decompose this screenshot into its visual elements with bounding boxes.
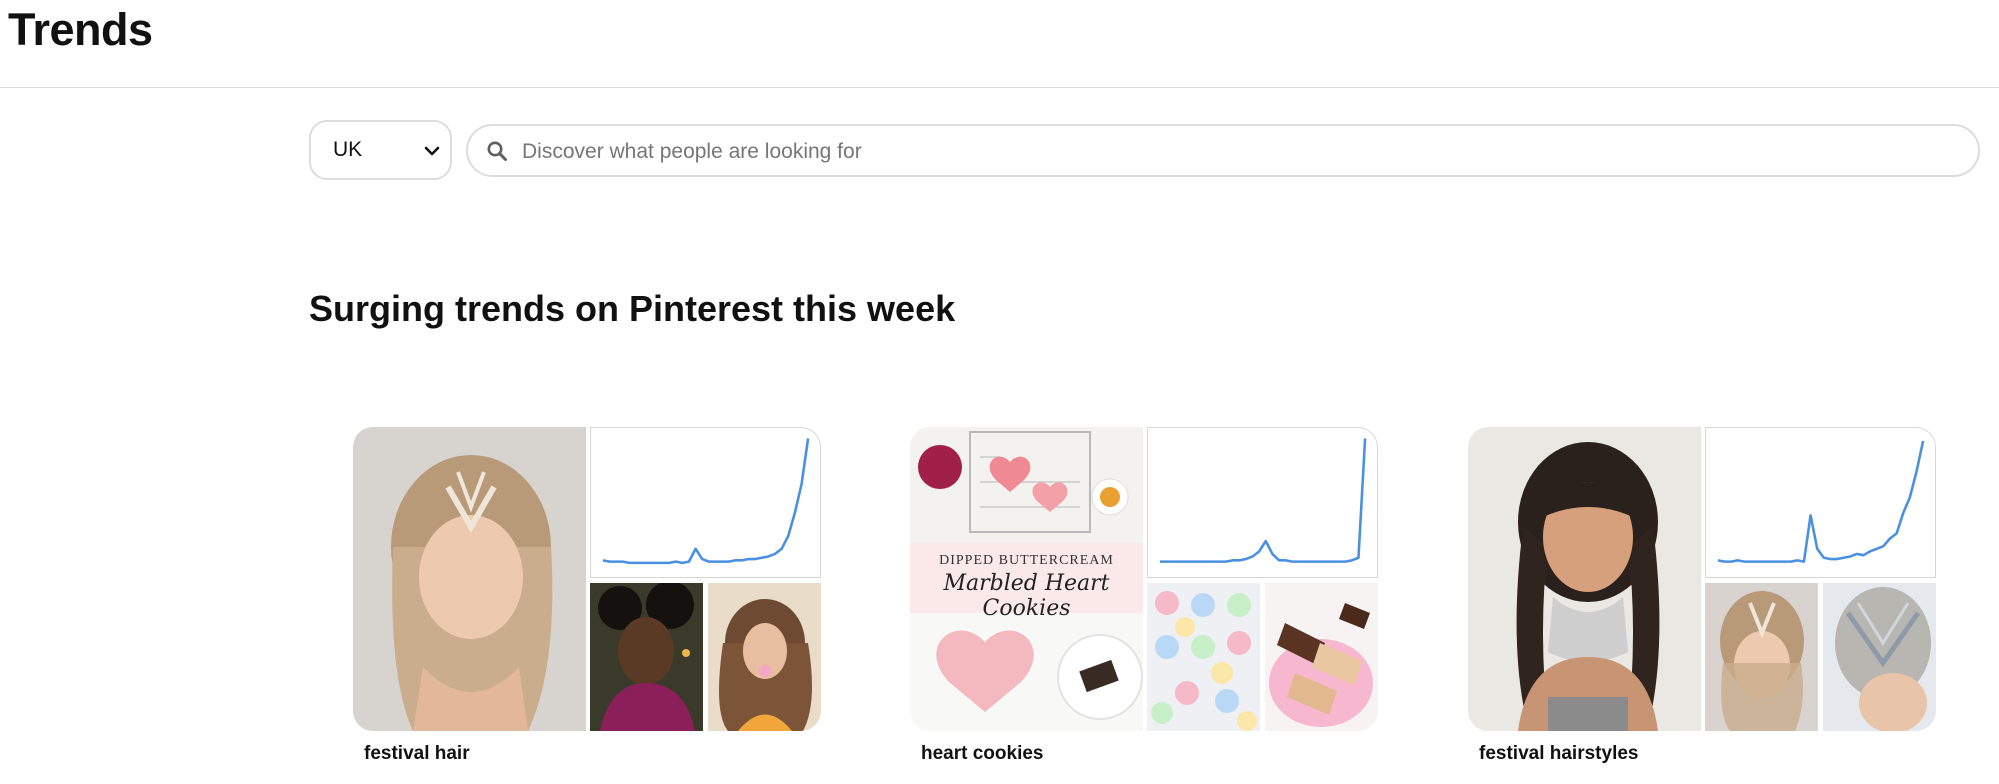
trend-label: festival hairstyles — [1479, 743, 1639, 764]
search-icon — [485, 139, 509, 163]
page-header: Trends — [0, 0, 1999, 88]
trend-image — [1265, 583, 1378, 731]
trend-label: festival hair — [364, 743, 470, 764]
cookie-caption-line2: Marbled Heart Cookies — [943, 571, 1110, 621]
trend-image — [353, 427, 586, 731]
trend-card[interactable]: festival hairstyles — [1468, 427, 1936, 784]
cookie-caption-line1: DIPPED BUTTERCREAM — [939, 553, 1114, 568]
country-select[interactable]: UK — [309, 120, 452, 180]
search-box[interactable] — [466, 124, 1980, 177]
trend-collage — [353, 427, 821, 731]
trend-image — [708, 583, 821, 731]
search-input[interactable] — [520, 134, 1964, 170]
cookie-image-caption: DIPPED BUTTERCREAM Marbled Heart Cookies — [910, 549, 1143, 621]
trend-image — [590, 583, 703, 731]
trend-image — [1468, 427, 1701, 731]
chevron-down-icon — [422, 141, 442, 161]
section-title: Surging trends on Pinterest this week — [309, 288, 956, 329]
trend-chart — [1705, 427, 1936, 578]
trend-chart — [590, 427, 821, 578]
trend-card[interactable]: festival hair — [353, 427, 821, 784]
trend-label: heart cookies — [921, 743, 1044, 764]
trend-chart — [1147, 427, 1378, 578]
page-title: Trends — [8, 4, 153, 55]
trend-image — [1823, 583, 1936, 731]
trend-collage — [1468, 427, 1936, 731]
trend-image — [1147, 583, 1260, 731]
trend-image — [1705, 583, 1818, 731]
trend-card[interactable]: DIPPED BUTTERCREAM Marbled Heart Cookies — [910, 427, 1378, 784]
country-select-value: UK — [333, 138, 363, 161]
trend-collage: DIPPED BUTTERCREAM Marbled Heart Cookies — [910, 427, 1378, 731]
